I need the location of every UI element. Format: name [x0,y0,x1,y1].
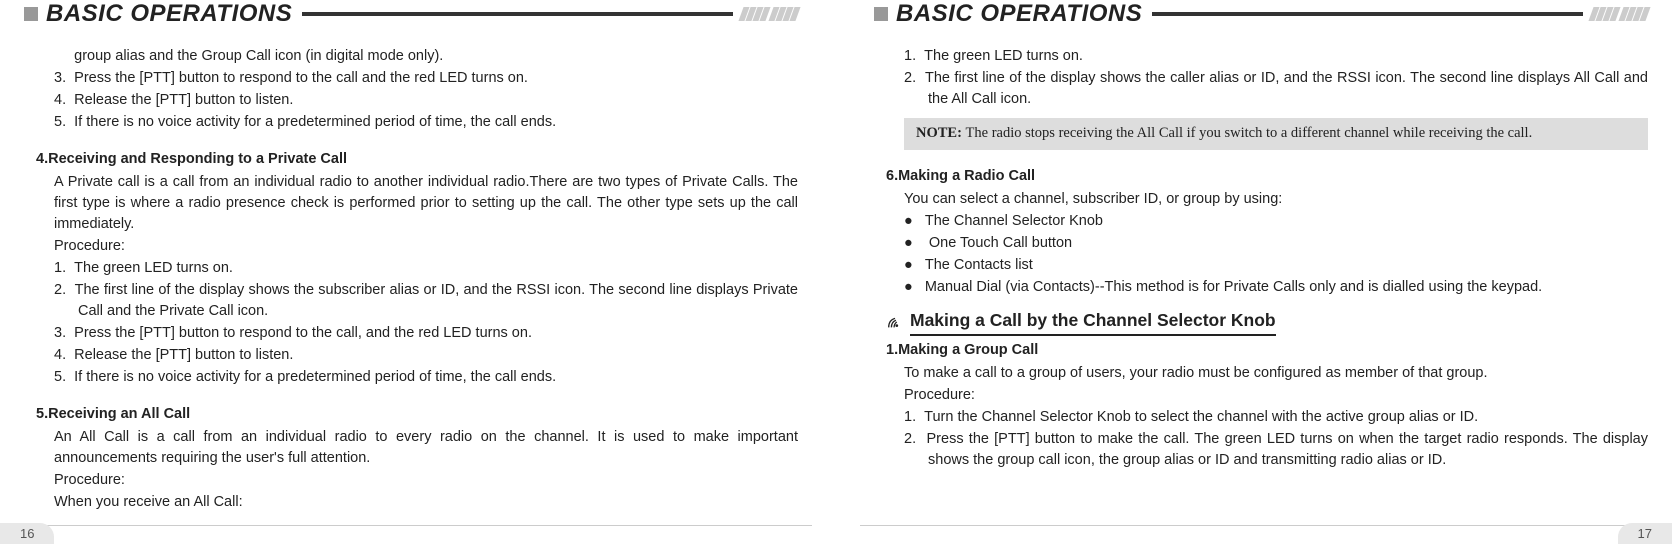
body-text: An All Call is a call from an individual… [36,427,798,469]
list-item: 2. The first line of the display shows t… [886,68,1648,110]
page-title: BASIC OPERATIONS [46,0,292,28]
body-text: Procedure: [36,236,798,257]
note-text: The radio stops receiving the All Call i… [966,125,1533,141]
bullet-item: ● The Contacts list [886,255,1648,276]
body-text: A Private call is a call from an individ… [36,172,798,235]
square-marker-icon [24,7,38,21]
list-item: 3. Press the [PTT] button to respond to … [36,323,798,344]
list-item: 5. If there is no voice activity for a p… [36,367,798,388]
section-heading: 1.Making a Group Call [886,340,1648,361]
list-item: 3. Press the [PTT] button to respond to … [36,68,798,89]
slash-decor-icon [741,7,798,21]
list-item: 2. Press the [PTT] button to make the ca… [886,429,1648,471]
body-text: Procedure: [886,385,1648,406]
content-right: 1. The green LED turns on. 2. The first … [874,46,1648,471]
header-row: BASIC OPERATIONS [874,0,1648,28]
note-box: NOTE: The radio stops receiving the All … [904,118,1648,150]
subsection-row: Making a Call by the Channel Selector Kn… [886,308,1648,336]
page-number: 16 [0,523,54,544]
list-item: 5. If there is no voice activity for a p… [36,112,798,133]
note-label: NOTE: [916,125,966,141]
footer-rule-icon [860,525,1648,526]
content-left: group alias and the Group Call icon (in … [24,46,798,513]
list-item: 1. The green LED turns on. [36,258,798,279]
body-text: group alias and the Group Call icon (in … [36,46,798,67]
section-heading: 5.Receiving an All Call [36,404,798,425]
page-left: BASIC OPERATIONS group alias and the Gro… [0,0,836,550]
header-rule-icon [302,12,733,16]
header-row: BASIC OPERATIONS [24,0,798,28]
list-item: 4. Release the [PTT] button to listen. [36,345,798,366]
list-item: 2. The first line of the display shows t… [36,280,798,322]
list-item: 1. The green LED turns on. [886,46,1648,67]
subsection-title: Making a Call by the Channel Selector Kn… [910,308,1276,336]
section-heading: 6.Making a Radio Call [886,166,1648,187]
page-number: 17 [1618,523,1672,544]
body-text: Procedure: [36,470,798,491]
section-heading: 4.Receiving and Responding to a Private … [36,149,798,170]
page-title: BASIC OPERATIONS [896,0,1142,28]
list-item: 1. Turn the Channel Selector Knob to sel… [886,407,1648,428]
footer-rule-icon [24,525,812,526]
body-text: You can select a channel, subscriber ID,… [886,189,1648,210]
bullet-item: ● Manual Dial (via Contacts)--This metho… [886,277,1648,298]
radio-wave-icon [886,313,904,331]
header-rule-icon [1152,12,1583,16]
body-text: When you receive an All Call: [36,492,798,513]
bullet-item: ● The Channel Selector Knob [886,211,1648,232]
page-right: BASIC OPERATIONS 1. The green LED turns … [836,0,1672,550]
bullet-item: ● One Touch Call button [886,233,1648,254]
body-text: To make a call to a group of users, your… [886,363,1648,384]
list-item: 4. Release the [PTT] button to listen. [36,90,798,111]
slash-decor-icon [1591,7,1648,21]
square-marker-icon [874,7,888,21]
